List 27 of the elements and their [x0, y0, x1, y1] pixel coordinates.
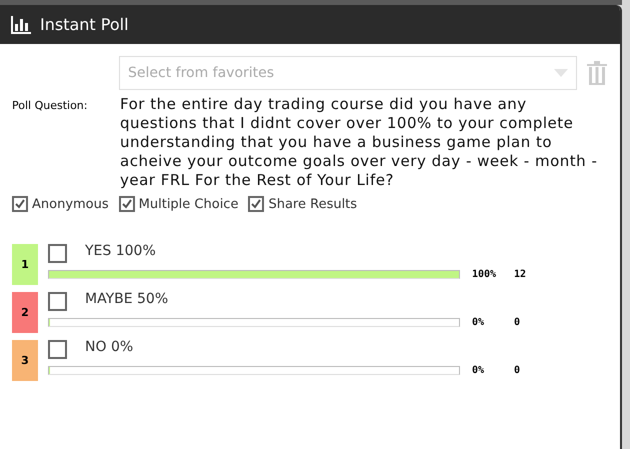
caret-icon: [554, 69, 568, 77]
window-title: Instant Poll: [40, 15, 129, 34]
answer-number: 2: [12, 292, 38, 333]
favorites-dropdown[interactable]: Select from favorites: [119, 56, 577, 90]
checkbox[interactable]: [12, 196, 28, 212]
option-label: Share Results: [268, 196, 358, 212]
answer-number: 1: [12, 244, 38, 285]
option-label: Multiple Choice: [138, 196, 238, 212]
answer-text: NO 0%: [85, 338, 134, 354]
bar-chart-icon: [10, 14, 32, 34]
checkbox[interactable]: [118, 196, 135, 212]
poll-question-label: Poll Question:: [12, 98, 88, 114]
option-label: Anonymous: [32, 196, 109, 212]
checkbox[interactable]: [248, 196, 264, 212]
vote-count: 0: [514, 317, 520, 328]
answer-text: YES 100%: [85, 242, 156, 258]
answer-checkbox[interactable]: [48, 292, 67, 311]
vote-count: 12: [514, 269, 526, 280]
answer-number: 3: [12, 340, 38, 381]
result-percent: 0%: [472, 365, 486, 376]
vote-count: 0: [514, 365, 520, 376]
result-percent: 0%: [472, 317, 486, 328]
poll-question-text: For the entire day trading course did you have any questions that I didnt cover over 100% to your complete understanding that you have a business game plan to acheive your outcome goals over very day - week - month - year FRL For the Rest of Your Life?: [120, 95, 598, 190]
answer-text: MAYBE 50%: [85, 290, 168, 306]
result-percent: 100%: [472, 269, 498, 280]
answer-checkbox[interactable]: [48, 340, 67, 359]
answer-checkbox[interactable]: [48, 244, 67, 263]
